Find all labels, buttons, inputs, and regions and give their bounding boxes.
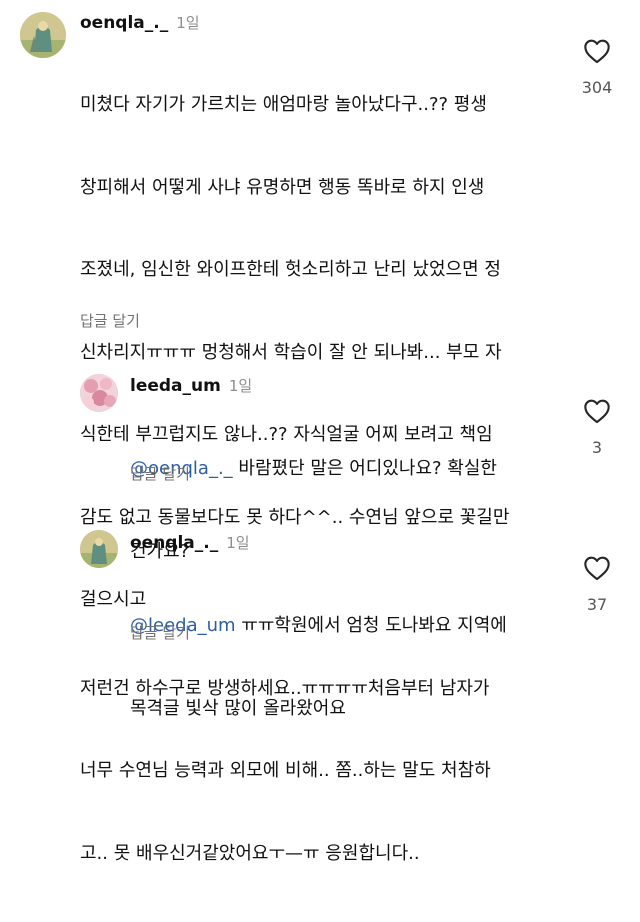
comment-line: 조졌네, 임신한 와이프한테 헛소리하고 난리 났었으면 정	[80, 259, 501, 280]
username-text[interactable]: leeda_um	[130, 376, 221, 396]
comment-line: 창피해서 어떻게 사냐 유명하면 행동 똑바로 하지 인생	[80, 176, 485, 198]
avatar[interactable]	[20, 12, 66, 58]
like-count: 37	[586, 595, 608, 614]
comment-line-text: ㅠㅠ학원에서 엄청 도나봐요 지역에	[235, 615, 507, 636]
comment-username[interactable]: leeda_um 1일	[130, 375, 252, 396]
like-count: 3	[591, 438, 603, 457]
like-count: 304	[581, 78, 613, 97]
comment-line: @oenqla_._ 바람폈단 말은 어디있나요? 확실한	[130, 455, 570, 483]
reply-button[interactable]: 답글 달기	[130, 463, 190, 484]
comment-username[interactable]: oenqla_._ 1일	[130, 532, 250, 553]
comment-line: 미쳤다 자기가 가르치는 애엄마랑 놀아났다구..?? 평생	[80, 94, 487, 115]
comment-line: 고.. 못 배우신거같았어요ㅜ—ㅠ 응원합니다..	[80, 842, 420, 864]
comment-time: 1일	[226, 534, 250, 552]
comment-username[interactable]: oenqla_._ 1일	[80, 12, 200, 33]
heart-outline-icon[interactable]	[575, 398, 619, 424]
like-control: 3	[575, 398, 619, 457]
comment-text: @leeda_um ㅠㅠ학원에서 엄청 도나봐요 지역에 목격글 빛삭 많이 올…	[130, 557, 570, 777]
heart-outline-icon[interactable]	[575, 555, 619, 581]
comment-time: 1일	[176, 14, 200, 32]
comment-line-text: 바람폈단 말은 어디있나요? 확실한	[232, 458, 497, 479]
comment-line: 신차리지ㅠㅠㅠ 멍청해서 학습이 잘 안 되나봐... 부모 자	[80, 341, 502, 363]
reply-button[interactable]: 답글 달기	[80, 310, 140, 331]
avatar[interactable]	[80, 530, 118, 568]
comment-time: 1일	[228, 377, 253, 395]
like-control: 304	[575, 38, 619, 97]
heart-outline-icon[interactable]	[575, 38, 619, 64]
username-text[interactable]: oenqla_._	[80, 13, 168, 33]
avatar[interactable]	[80, 374, 118, 412]
reply-button[interactable]: 답글 달기	[130, 622, 190, 643]
like-control: 37	[575, 555, 619, 614]
comment-line: 목격글 빛삭 많이 올라왔어요	[130, 697, 346, 719]
username-text[interactable]: oenqla_._	[130, 533, 218, 553]
comment-line: @leeda_um ㅠㅠ학원에서 엄청 도나봐요 지역에	[130, 612, 570, 640]
